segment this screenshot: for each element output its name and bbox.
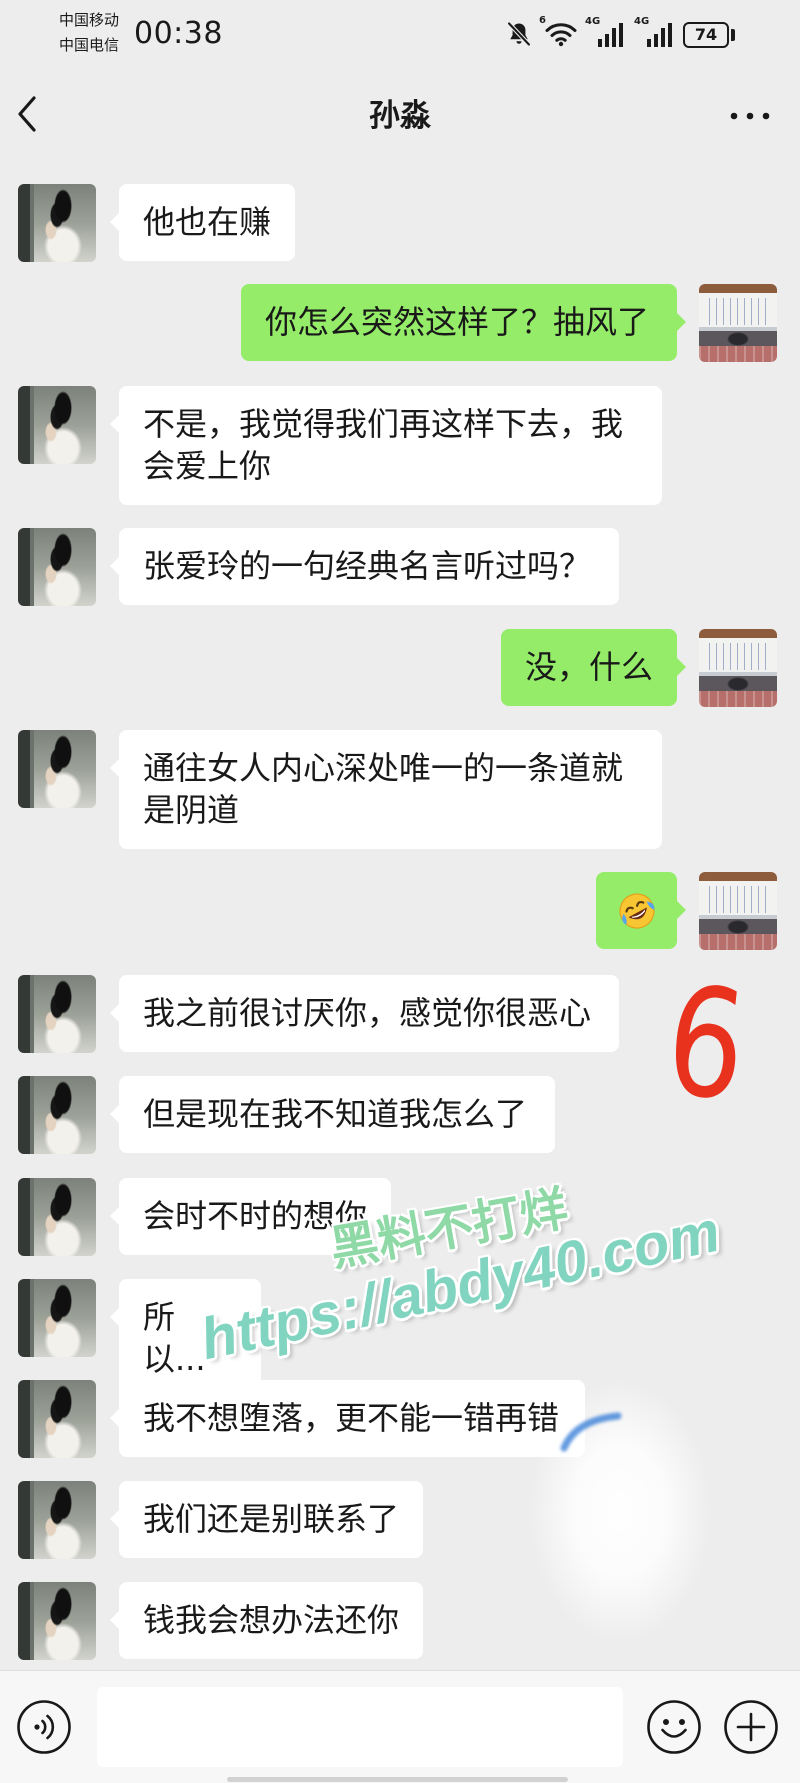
message-text: 你怎么突然这样了？抽风了 xyxy=(265,303,650,341)
message-bubble[interactable]: 不是，我觉得我们再这样下去，我会爱上你 xyxy=(110,386,662,505)
message-text: 张爱玲的一句经典名言听过吗？ xyxy=(143,547,592,585)
battery-icon: 74 xyxy=(683,22,729,48)
message-text: 不是，我觉得我们再这样下去，我会爱上你 xyxy=(143,405,624,485)
my-avatar[interactable] xyxy=(699,872,777,950)
home-indicator[interactable] xyxy=(227,1777,568,1782)
emoji-message-bubble[interactable] xyxy=(596,872,686,949)
voice-button[interactable] xyxy=(16,1699,72,1755)
message-bubble[interactable]: 但是现在我不知道我怎么了 xyxy=(110,1076,555,1153)
contact-avatar[interactable] xyxy=(18,1178,96,1256)
message-text: 没，什么 xyxy=(525,648,654,686)
message-bubble[interactable]: 没，什么 xyxy=(501,629,686,706)
my-avatar[interactable] xyxy=(699,629,777,707)
message-bubble[interactable]: 你怎么突然这样了？抽风了 xyxy=(241,284,686,361)
status-bar: 中国移动 中国电信 00:38 6 4G 4G 74 xyxy=(0,0,800,62)
more-options-button[interactable] xyxy=(724,102,776,130)
contact-avatar[interactable] xyxy=(18,528,96,606)
contact-avatar[interactable] xyxy=(18,1380,96,1458)
handwritten-annotation: 6 xyxy=(659,954,754,1136)
battery-nub xyxy=(731,29,735,41)
message-text: 钱我会想办法还你 xyxy=(143,1601,400,1639)
message-text: 通往女人内心深处唯一的一条道就是阴道 xyxy=(143,749,624,829)
carrier-primary: 中国移动 xyxy=(59,11,120,29)
my-avatar[interactable] xyxy=(699,284,777,362)
message-text: 我们还是别联系了 xyxy=(143,1500,400,1538)
message-bubble[interactable]: 通往女人内心深处唯一的一条道就是阴道 xyxy=(110,730,662,849)
signal-bars-icon xyxy=(598,23,623,47)
chat-header: 孙淼 xyxy=(0,62,800,152)
rolling-on-the-floor-laughing-emoji-icon xyxy=(618,892,655,929)
contact-avatar[interactable] xyxy=(18,1582,96,1660)
contact-avatar[interactable] xyxy=(18,730,96,808)
message-bubble[interactable]: 张爱玲的一句经典名言听过吗？ xyxy=(110,528,619,605)
clock: 00:38 xyxy=(134,16,223,51)
carrier-secondary: 中国电信 xyxy=(59,36,120,54)
more-actions-button[interactable] xyxy=(723,1699,779,1755)
more-horizontal-icon xyxy=(730,112,770,120)
signal-bars-icon xyxy=(647,23,672,47)
contact-avatar[interactable] xyxy=(18,1481,96,1559)
contact-avatar[interactable] xyxy=(18,386,96,464)
voice-icon xyxy=(17,1700,71,1754)
input-bar xyxy=(0,1670,800,1783)
message-text: 但是现在我不知道我怎么了 xyxy=(143,1095,528,1133)
message-bubble[interactable]: 钱我会想办法还你 xyxy=(110,1582,423,1659)
contact-avatar[interactable] xyxy=(18,1076,96,1154)
contact-avatar[interactable] xyxy=(18,975,96,1053)
wifi-icon xyxy=(545,23,577,47)
chat-title: 孙淼 xyxy=(369,98,431,134)
message-bubble[interactable]: 他也在赚 xyxy=(110,184,295,261)
emoji-button[interactable] xyxy=(646,1699,702,1755)
plus-circle-icon xyxy=(724,1700,778,1754)
message-text: 我不想堕落，更不能一错再错 xyxy=(143,1399,560,1437)
message-bubble[interactable]: 我们还是别联系了 xyxy=(110,1481,423,1558)
blue-smudge-mark xyxy=(560,1412,622,1452)
message-bubble[interactable]: 我不想堕落，更不能一错再错 xyxy=(110,1380,585,1457)
message-input[interactable] xyxy=(97,1687,623,1767)
message-bubble[interactable]: 我之前很讨厌你，感觉你很恶心 xyxy=(110,975,619,1052)
contact-avatar[interactable] xyxy=(18,1279,96,1357)
smile-icon xyxy=(647,1700,701,1754)
contact-avatar[interactable] xyxy=(18,184,96,262)
bell-muted-icon xyxy=(507,22,531,46)
message-text: 我之前很讨厌你，感觉你很恶心 xyxy=(143,994,592,1032)
message-text: 他也在赚 xyxy=(143,203,272,241)
chat-screen: 中国移动 中国电信 00:38 6 4G 4G 74 孙淼 他也在赚 你怎么突然… xyxy=(0,0,800,1783)
